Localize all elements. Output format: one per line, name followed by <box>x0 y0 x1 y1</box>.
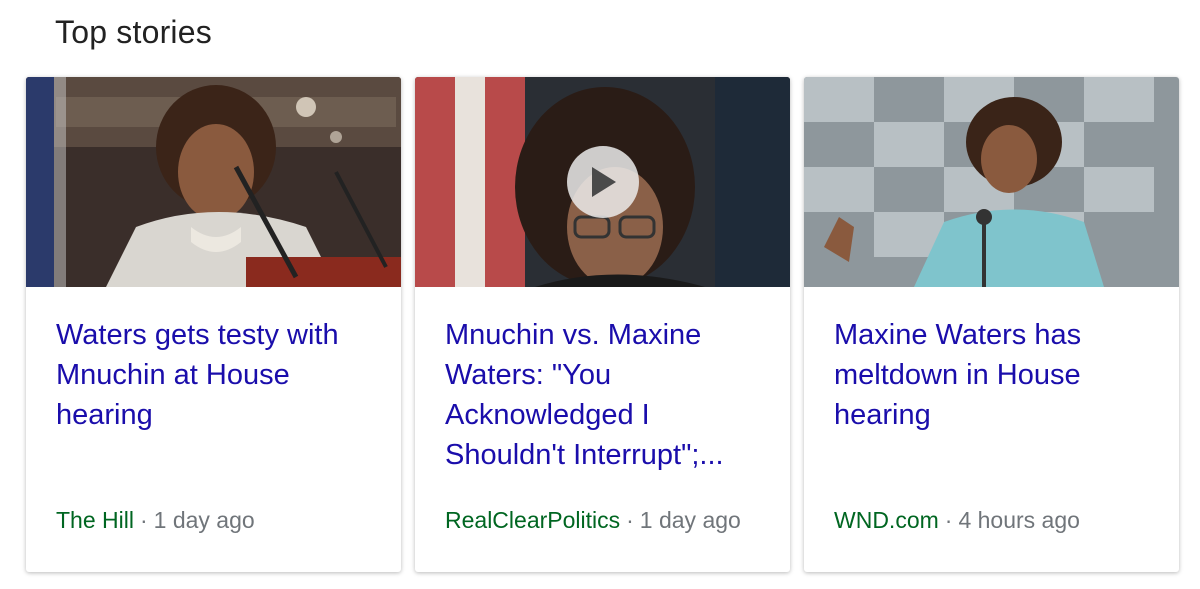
story-thumbnail[interactable] <box>415 77 790 287</box>
story-headline[interactable]: Mnuchin vs. Maxine Waters: "You Acknowle… <box>445 315 765 475</box>
top-stories-module: Top stories Waters gets testy with Mnuch… <box>0 0 1200 589</box>
story-card[interactable]: Maxine Waters has meltdown in House hear… <box>804 77 1179 572</box>
story-thumbnail[interactable] <box>804 77 1179 287</box>
story-age: 1 day ago <box>153 507 255 533</box>
story-age: 1 day ago <box>639 507 741 533</box>
story-source[interactable]: RealClearPolitics <box>445 507 620 533</box>
story-meta: WND.com · 4 hours ago <box>834 507 1080 534</box>
story-card[interactable]: Mnuchin vs. Maxine Waters: "You Acknowle… <box>415 77 790 572</box>
meta-separator: · <box>626 507 634 533</box>
thumbnail-image <box>804 77 1179 287</box>
story-age: 4 hours ago <box>958 507 1080 533</box>
section-title: Top stories <box>55 14 212 50</box>
play-icon <box>591 167 616 197</box>
story-card[interactable]: Waters gets testy with Mnuchin at House … <box>26 77 401 572</box>
meta-separator: · <box>139 507 148 533</box>
story-thumbnail[interactable] <box>26 77 401 287</box>
story-carousel: Waters gets testy with Mnuchin at House … <box>26 77 1179 572</box>
story-source[interactable]: WND.com <box>834 507 939 533</box>
story-source[interactable]: The Hill <box>56 507 134 533</box>
thumbnail-image <box>26 77 401 287</box>
story-meta: RealClearPolitics · 1 day ago <box>445 507 741 534</box>
story-meta: The Hill · 1 day ago <box>56 507 255 534</box>
meta-separator: · <box>944 507 953 533</box>
video-play-button[interactable] <box>566 146 639 218</box>
story-headline[interactable]: Maxine Waters has meltdown in House hear… <box>834 315 1154 435</box>
story-headline[interactable]: Waters gets testy with Mnuchin at House … <box>56 315 376 435</box>
